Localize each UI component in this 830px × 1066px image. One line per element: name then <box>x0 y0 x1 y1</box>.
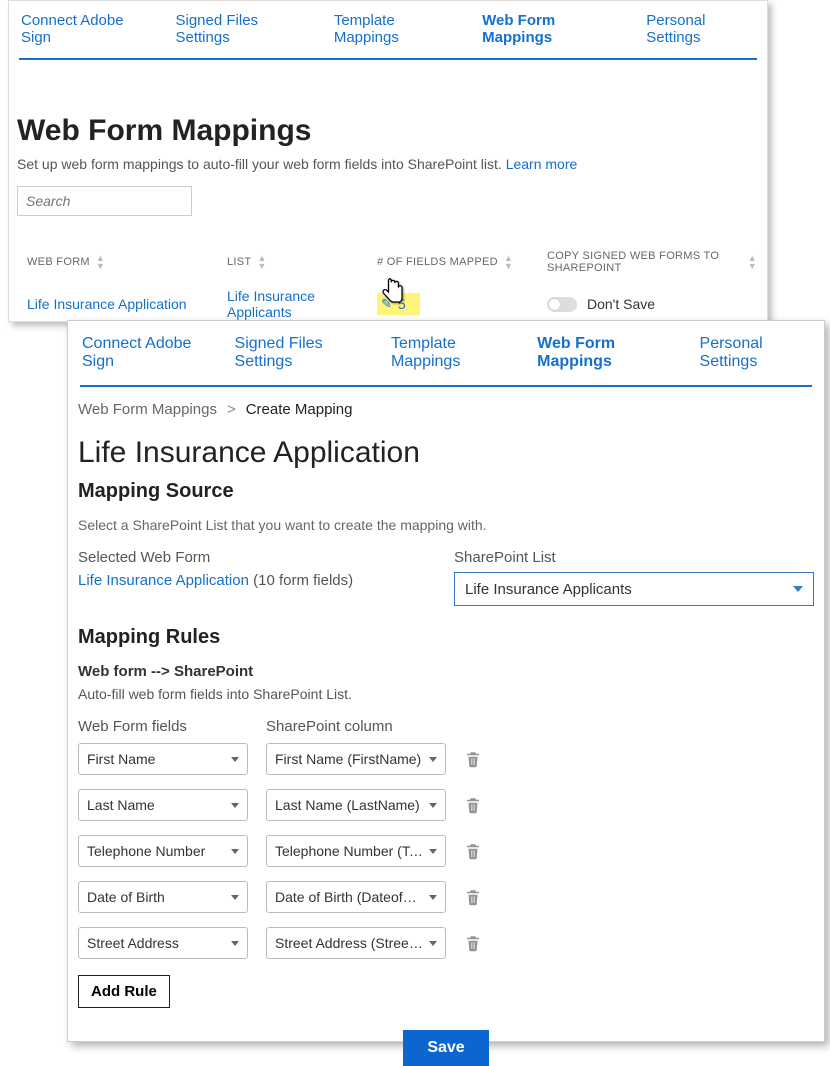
tab-personal-settings[interactable]: Personal Settings <box>646 12 755 46</box>
breadcrumb-sep: > <box>227 401 236 418</box>
rule-row: Street Address Street Address (StreetAd… <box>78 927 814 959</box>
breadcrumb-current: Create Mapping <box>246 401 353 418</box>
mappings-list-panel: Connect Adobe Sign Signed Files Settings… <box>8 0 768 322</box>
chevron-down-icon <box>429 895 437 900</box>
chevron-down-icon <box>231 895 239 900</box>
sharepoint-list-value: Life Insurance Applicants <box>465 581 632 598</box>
learn-more-link[interactable]: Learn more <box>506 156 578 172</box>
breadcrumb-root[interactable]: Web Form Mappings <box>78 401 217 418</box>
search-input[interactable] <box>17 186 192 216</box>
save-button[interactable]: Save <box>403 1030 488 1066</box>
selected-webform-label: Selected Web Form <box>78 549 394 566</box>
rules-help: Auto-fill web form fields into SharePoin… <box>78 686 814 702</box>
mapping-source-help: Select a SharePoint List that you want t… <box>78 517 814 533</box>
webform-field-select[interactable]: Date of Birth <box>78 881 248 913</box>
trash-icon[interactable] <box>464 841 482 861</box>
sharepoint-list-select[interactable]: Life Insurance Applicants <box>454 572 814 606</box>
add-rule-button[interactable]: Add Rule <box>78 975 170 1008</box>
source-row: Selected Web Form Life Insurance Applica… <box>78 549 814 606</box>
tab-template-mappings[interactable]: Template Mappings <box>391 335 513 371</box>
rules-list: First Name First Name (FirstName) Last Nam… <box>78 743 814 959</box>
tab-connect[interactable]: Connect Adobe Sign <box>82 335 211 371</box>
tab-web-form-mappings[interactable]: Web Form Mappings <box>537 335 675 371</box>
fields-count: 5 <box>398 296 406 312</box>
table-row: Life Insurance Application Life Insuranc… <box>17 288 759 320</box>
mapping-title: Life Insurance Application <box>78 436 814 470</box>
fields-mapped-link[interactable]: ✎ 5 <box>377 293 420 315</box>
nav-divider <box>19 58 757 60</box>
sharepoint-column-select[interactable]: Telephone Number (Tele… <box>266 835 446 867</box>
selected-webform-meta: (10 form fields) <box>249 572 353 589</box>
row-list-link[interactable]: Life Insurance Applicants <box>227 288 315 320</box>
sharepoint-column-select[interactable]: First Name (FirstName) <box>266 743 446 775</box>
rule-row: First Name First Name (FirstName) <box>78 743 814 775</box>
chevron-down-icon <box>231 849 239 854</box>
rule-row: Date of Birth Date of Birth (DateofBirth) <box>78 881 814 913</box>
tab-signed-files[interactable]: Signed Files Settings <box>235 335 367 371</box>
sharepoint-column-select[interactable]: Last Name (LastName) <box>266 789 446 821</box>
copy-label: Don't Save <box>587 296 655 312</box>
page-title: Web Form Mappings <box>17 114 759 148</box>
selected-webform-value: Life Insurance Application (10 form fiel… <box>78 572 394 589</box>
trash-icon[interactable] <box>464 887 482 907</box>
mapping-rules-heading: Mapping Rules <box>78 626 814 649</box>
webform-field-select[interactable]: First Name <box>78 743 248 775</box>
chevron-down-icon <box>429 849 437 854</box>
page-subtitle: Set up web form mappings to auto-fill yo… <box>17 156 759 172</box>
col-header-list[interactable]: LIST <box>227 250 377 274</box>
tab-signed-files[interactable]: Signed Files Settings <box>176 12 306 46</box>
rules-direction: Web form --> SharePoint <box>78 663 814 680</box>
rule-row: Last Name Last Name (LastName) <box>78 789 814 821</box>
nav-divider <box>80 385 812 387</box>
tab-template-mappings[interactable]: Template Mappings <box>334 12 454 46</box>
nav-tabs: Connect Adobe Sign Signed Files Settings… <box>17 1 759 58</box>
sort-icon[interactable] <box>96 254 105 270</box>
chevron-down-icon <box>231 941 239 946</box>
sharepoint-list-label: SharePoint List <box>454 549 814 566</box>
sharepoint-column-select[interactable]: Street Address (StreetAd… <box>266 927 446 959</box>
nav-tabs: Connect Adobe Sign Signed Files Settings… <box>78 321 814 385</box>
breadcrumb: Web Form Mappings > Create Mapping <box>78 401 814 418</box>
webform-field-select[interactable]: Telephone Number <box>78 835 248 867</box>
webform-field-select[interactable]: Last Name <box>78 789 248 821</box>
row-webform-link[interactable]: Life Insurance Application <box>27 296 187 312</box>
mapping-source-heading: Mapping Source <box>78 480 814 503</box>
chevron-down-icon <box>231 803 239 808</box>
table-header-row: WEB FORM LIST # OF FIELDS MAPPED COPY SI… <box>17 250 759 274</box>
trash-icon[interactable] <box>464 795 482 815</box>
chevron-down-icon <box>429 757 437 762</box>
tab-web-form-mappings[interactable]: Web Form Mappings <box>482 12 618 46</box>
webform-field-select[interactable]: Street Address <box>78 927 248 959</box>
tab-connect[interactable]: Connect Adobe Sign <box>21 12 148 46</box>
selected-webform-link[interactable]: Life Insurance Application <box>78 572 249 589</box>
col-sharepoint-column: SharePoint column <box>266 718 446 735</box>
chevron-down-icon <box>231 757 239 762</box>
tab-personal-settings[interactable]: Personal Settings <box>700 335 810 371</box>
chevron-down-icon <box>429 803 437 808</box>
copy-toggle[interactable] <box>547 297 577 312</box>
pencil-icon: ✎ <box>381 296 392 312</box>
sort-icon[interactable] <box>504 254 513 270</box>
subtitle-text: Set up web form mappings to auto-fill yo… <box>17 156 506 172</box>
sharepoint-column-select[interactable]: Date of Birth (DateofBirth) <box>266 881 446 913</box>
sort-icon[interactable] <box>257 254 266 270</box>
col-header-copy[interactable]: COPY SIGNED WEB FORMS TO SHAREPOINT <box>547 250 757 274</box>
col-webform-fields: Web Form fields <box>78 718 248 735</box>
rule-row: Telephone Number Telephone Number (Tele… <box>78 835 814 867</box>
sort-icon[interactable] <box>748 254 757 270</box>
chevron-down-icon <box>429 941 437 946</box>
chevron-down-icon <box>793 586 803 592</box>
create-mapping-panel: Connect Adobe Sign Signed Files Settings… <box>67 320 825 1042</box>
trash-icon[interactable] <box>464 749 482 769</box>
col-header-webform[interactable]: WEB FORM <box>17 250 227 274</box>
col-header-fields[interactable]: # OF FIELDS MAPPED <box>377 250 547 274</box>
rule-headers: Web Form fields SharePoint column <box>78 718 814 735</box>
trash-icon[interactable] <box>464 933 482 953</box>
